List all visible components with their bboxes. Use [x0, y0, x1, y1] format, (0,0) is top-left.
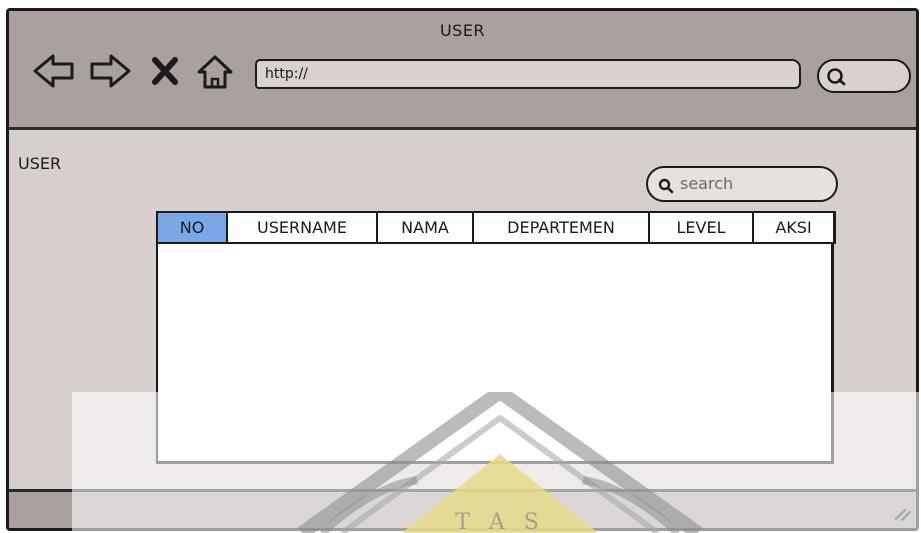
search-placeholder: search	[680, 174, 734, 193]
browser-toolbar: USER http://	[9, 11, 916, 130]
column-header-departemen[interactable]: DEPARTEMEN	[472, 213, 648, 242]
column-header-username[interactable]: USERNAME	[226, 213, 376, 242]
watermark-emblem: T A S	[297, 392, 703, 533]
stop-x-icon[interactable]	[150, 55, 180, 91]
page-title: USER	[18, 154, 62, 173]
home-icon[interactable]	[195, 53, 235, 95]
column-header-nama[interactable]: NAMA	[376, 213, 472, 242]
column-header-level[interactable]: LEVEL	[648, 213, 752, 242]
search-icon	[827, 68, 846, 86]
column-header-aksi[interactable]: AKSI	[752, 213, 836, 242]
toolbar-search-button[interactable]	[817, 59, 911, 93]
search-icon	[658, 178, 674, 194]
back-arrow-icon[interactable]	[31, 51, 77, 95]
forward-arrow-icon[interactable]	[87, 51, 133, 95]
watermark-overlay: T A S	[72, 392, 921, 533]
window-title: USER	[439, 21, 486, 40]
address-bar-text: http://	[265, 66, 308, 82]
address-bar[interactable]: http://	[255, 59, 801, 89]
column-header-no[interactable]: NO	[156, 213, 226, 242]
search-input[interactable]: search	[646, 166, 838, 202]
watermark-text: T A S	[455, 510, 545, 533]
table-header-row: NO USERNAME NAMA DEPARTEMEN LEVEL AKSI	[156, 211, 836, 244]
